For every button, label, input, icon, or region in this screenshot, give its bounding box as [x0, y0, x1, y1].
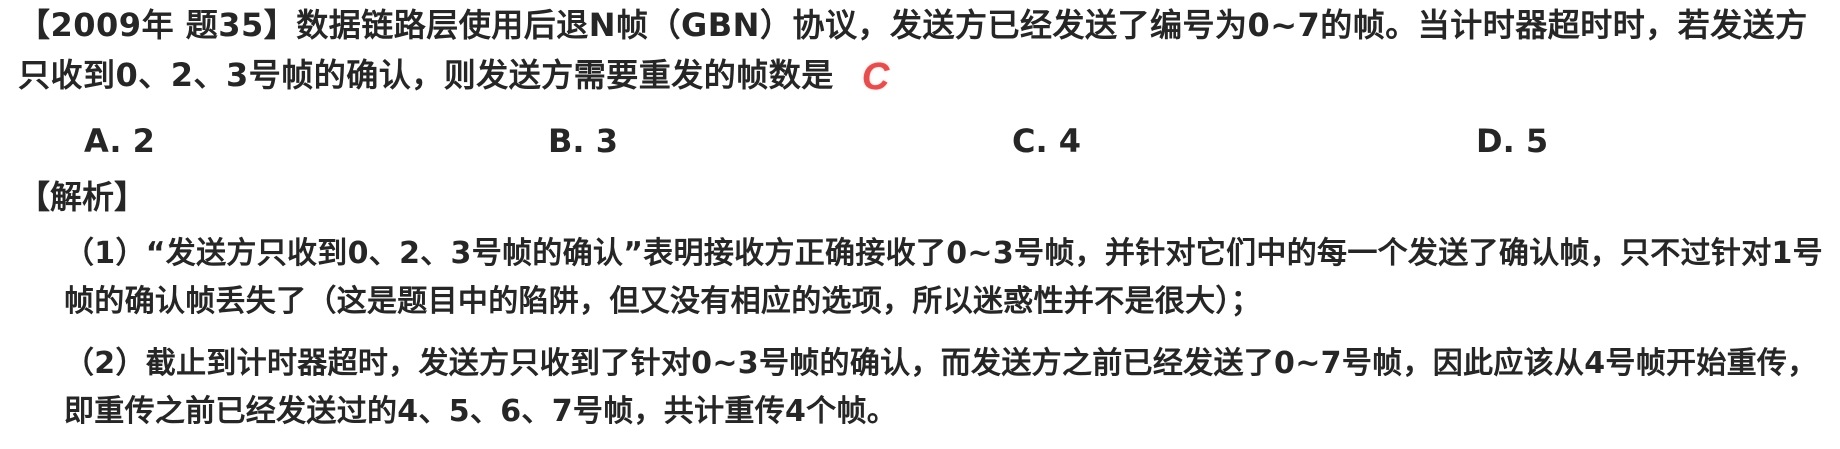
question-text: 【2009年 题35】数据链路层使用后退N帧（GBN）协议，发送方已经发送了编号…	[18, 6, 1808, 94]
options-row: A. 2 B. 3 C. 4 D. 5	[0, 116, 1840, 166]
option-d: D. 5	[1476, 122, 1549, 160]
option-b: B. 3	[548, 122, 618, 160]
question-stem: 【2009年 题35】数据链路层使用后退N帧（GBN）协议，发送方已经发送了编号…	[18, 0, 1818, 102]
answer-mark: C	[861, 56, 890, 98]
option-a: A. 2	[84, 122, 155, 160]
option-c: C. 4	[1012, 122, 1082, 160]
analysis-paragraph-1: （1）“发送方只收到0、2、3号帧的确认”表明接收方正确接收了0~3号帧，并针对…	[64, 236, 1823, 319]
analysis-title: 【解析】	[18, 178, 147, 216]
analysis-paragraph-2: （2）截止到计时器超时，发送方只收到了针对0~3号帧的确认，而发送方之前已经发送…	[64, 346, 1818, 429]
